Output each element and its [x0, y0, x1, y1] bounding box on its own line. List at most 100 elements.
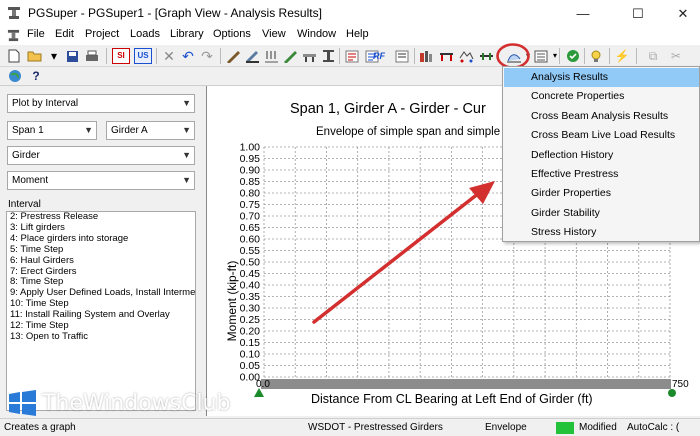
cut-icon[interactable]: ✂ — [668, 48, 684, 64]
y-tick-label: 0.45 — [240, 268, 261, 280]
highlight-ellipse — [496, 43, 530, 69]
span-select[interactable]: Span 1 ▼ — [7, 121, 97, 140]
menu-options[interactable]: Options — [213, 28, 251, 40]
plot-mode-select[interactable]: Plot by Interval ▼ — [7, 94, 195, 113]
main-toolbar: ▾ SI US ✕ ↶ ↷ RF ▾ ▾ ⚡ ⧉ ✂ — [0, 43, 700, 69]
y-tick-label: 0.90 — [240, 165, 261, 177]
menu-item-cross-beam-live-load-results[interactable]: Cross Beam Live Load Results — [504, 126, 699, 145]
edit-pier-icon[interactable] — [282, 48, 298, 64]
girder-select[interactable]: Girder A ▼ — [106, 121, 195, 140]
menu-help[interactable]: Help — [346, 28, 369, 40]
girder-bar — [261, 379, 671, 389]
y-axis-label: Moment (kip-ft) — [225, 261, 239, 342]
y-tick-label: 0.85 — [240, 176, 261, 188]
list-item[interactable]: 13: Open to Traffic — [7, 331, 195, 343]
x-end-label: 750 — [672, 379, 689, 390]
edit-bridge-icon[interactable] — [244, 48, 260, 64]
open-folder-icon[interactable] — [26, 48, 42, 64]
red-arrow-annotation — [312, 181, 495, 324]
list-item[interactable]: 5: Time Step — [7, 244, 195, 256]
y-tick-label: 0.60 — [240, 234, 261, 246]
dropdown-arrow-icon[interactable]: ▾ — [46, 48, 62, 64]
y-tick-label: 0.80 — [240, 188, 261, 200]
element-value: Girder — [12, 150, 40, 161]
help-question-icon[interactable]: ? — [28, 68, 44, 84]
watermark-text: TheWindowsClub — [42, 391, 231, 416]
watermark: TheWindowsClub — [8, 385, 238, 421]
y-tick-label: 0.15 — [240, 337, 261, 349]
globe-icon[interactable] — [7, 68, 23, 84]
graph-title: Span 1, Girder A - Girder - Cur — [290, 101, 486, 117]
menu-bar: File Edit Project Loads Library Options … — [0, 27, 700, 45]
menu-window[interactable]: Window — [297, 28, 336, 40]
y-tick-label: 0.30 — [240, 303, 261, 315]
x-axis-label: Distance From CL Bearing at Left End of … — [311, 392, 593, 406]
girder-value: Girder A — [111, 125, 148, 136]
y-tick-label: 0.70 — [240, 211, 261, 223]
y-tick-label: 0.20 — [240, 326, 261, 338]
menu-library[interactable]: Library — [170, 28, 204, 40]
report-dropdown-arrow-icon[interactable]: ▾ — [547, 48, 563, 64]
minimize-button[interactable]: — — [560, 0, 606, 27]
prestress-icon[interactable] — [478, 48, 494, 64]
close-button[interactable]: ✕ — [660, 0, 700, 27]
bridge-model-icon[interactable] — [418, 48, 434, 64]
menu-item-girder-properties[interactable]: Girder Properties — [504, 184, 699, 203]
window-title: PGSuper - PGSuper1 - [Graph View - Analy… — [28, 6, 322, 20]
y-tick-label: 0.65 — [240, 222, 261, 234]
copy-icon[interactable]: ⧉ — [645, 48, 661, 64]
graph-subtitle: Envelope of simple span and simple — [316, 126, 500, 138]
tip-bulb-icon[interactable] — [588, 48, 604, 64]
loads-report-icon[interactable] — [344, 48, 360, 64]
y-tick-label: 0.35 — [240, 291, 261, 303]
rating-factor-icon[interactable]: RF — [369, 48, 389, 64]
edit-girder-icon[interactable] — [225, 48, 241, 64]
delete-icon[interactable]: ✕ — [161, 48, 177, 64]
menu-project[interactable]: Project — [85, 28, 119, 40]
menu-item-analysis-results[interactable]: Analysis Results — [504, 68, 699, 88]
check-status-icon[interactable] — [565, 48, 581, 64]
list-item[interactable]: 6: Haul Girders — [7, 255, 195, 267]
edit-span-icon[interactable] — [301, 48, 317, 64]
menu-item-effective-prestress[interactable]: Effective Prestress — [504, 165, 699, 184]
y-tick-label: 0.10 — [240, 349, 261, 361]
element-select[interactable]: Girder ▼ — [7, 146, 195, 165]
status-modified: Modified — [579, 422, 617, 433]
menu-item-cross-beam-analysis-results[interactable]: Cross Beam Analysis Results — [504, 107, 699, 126]
menu-item-stress-history[interactable]: Stress History — [504, 223, 699, 242]
girder-section-icon[interactable] — [320, 48, 336, 64]
menu-item-concrete-properties[interactable]: Concrete Properties — [504, 87, 699, 106]
menu-item-girder-stability[interactable]: Girder Stability — [504, 204, 699, 223]
menu-item-deflection-history[interactable]: Deflection History — [504, 146, 699, 165]
y-tick-label: 0.25 — [240, 314, 261, 326]
app-icon — [8, 7, 20, 19]
edit-loads-icon[interactable] — [263, 48, 279, 64]
us-units-button[interactable]: US — [134, 48, 152, 64]
maximize-button[interactable]: ☐ — [615, 0, 661, 27]
interval-list[interactable]: 2: Prestress Release 3: Lift girders 4: … — [6, 211, 196, 411]
save-icon[interactable] — [64, 48, 80, 64]
redo-icon[interactable]: ↷ — [199, 48, 215, 64]
strand-layout-icon[interactable] — [458, 48, 474, 64]
menu-edit[interactable]: Edit — [55, 28, 74, 40]
si-units-button[interactable]: SI — [112, 48, 130, 64]
app-menu-icon[interactable] — [7, 29, 20, 42]
status-mode: Envelope — [485, 422, 527, 433]
chevron-down-icon: ▼ — [182, 125, 191, 135]
print-icon[interactable] — [84, 48, 100, 64]
menu-view[interactable]: View — [262, 28, 286, 40]
interval-label: Interval — [8, 199, 41, 210]
action-select[interactable]: Moment ▼ — [7, 171, 195, 190]
undo-icon[interactable]: ↶ — [180, 48, 196, 64]
lightning-icon[interactable]: ⚡ — [614, 48, 630, 64]
status-indicator — [556, 422, 574, 434]
menu-file[interactable]: File — [27, 28, 45, 40]
chevron-down-icon: ▼ — [182, 150, 191, 160]
menu-loads[interactable]: Loads — [130, 28, 160, 40]
new-file-icon[interactable] — [6, 48, 22, 64]
y-tick-label: 0.40 — [240, 280, 261, 292]
span-value: Span 1 — [12, 125, 44, 136]
action-value: Moment — [12, 175, 49, 186]
girder-model-icon[interactable] — [438, 48, 454, 64]
report-icon[interactable] — [394, 48, 410, 64]
